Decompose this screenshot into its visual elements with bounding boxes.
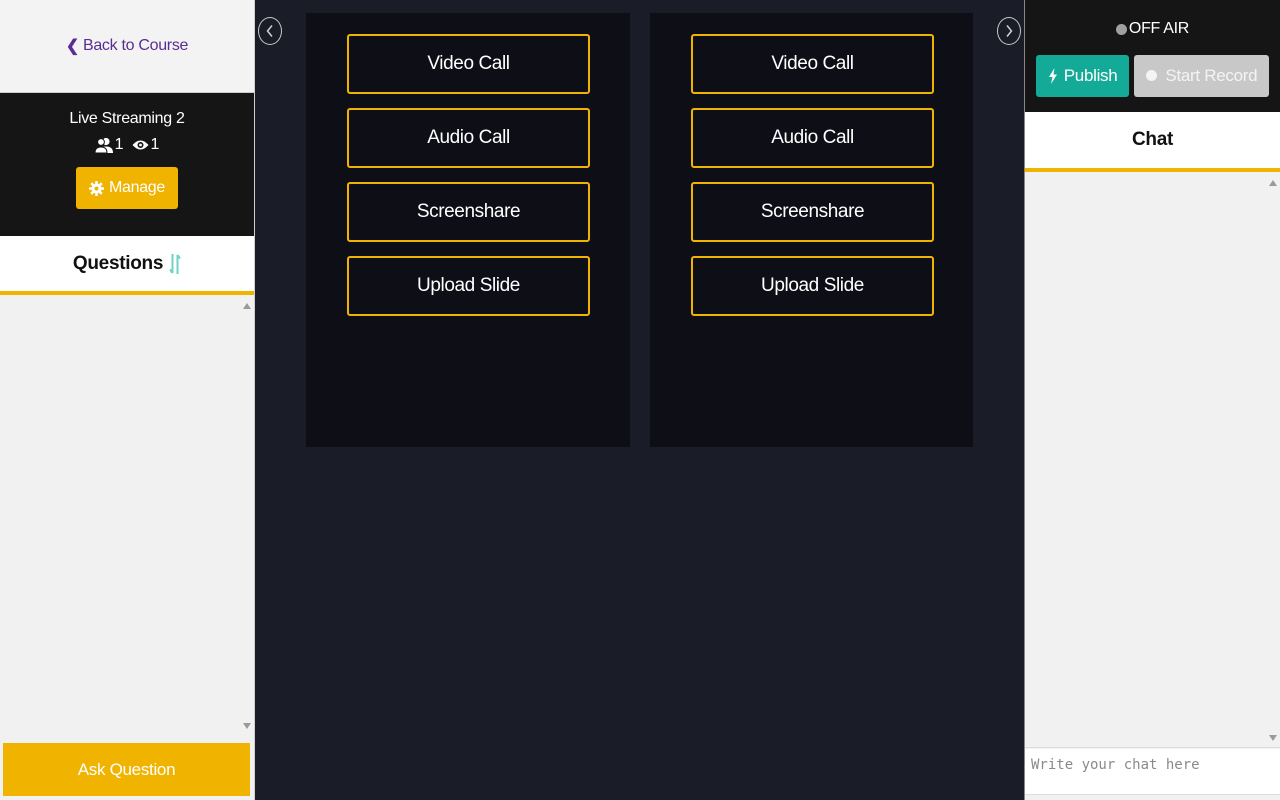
chevron-left-icon: ❮ (65, 38, 79, 55)
air-status-label: OFF AIR (1128, 20, 1190, 37)
manage-button[interactable]: Manage (75, 167, 179, 209)
session-title: Live Streaming 2 (69, 110, 185, 127)
next-button[interactable] (997, 17, 1021, 45)
chat-header: Chat (1025, 112, 1280, 172)
record-dot-icon (1146, 70, 1158, 81)
status-dot-icon (1115, 23, 1127, 35)
back-area: ❮ Back to Course (0, 0, 254, 93)
publish-button[interactable]: Publish (1035, 54, 1130, 97)
broadcast-buttons: Publish Start Record (1025, 54, 1280, 97)
viewers-stat: 1 (132, 136, 160, 154)
main-stage: Video Call Audio Call Screenshare Upload… (256, 0, 1024, 800)
chat-title: Chat (1131, 129, 1174, 150)
participants-count: 1 (114, 136, 124, 153)
stream-panel-1: Video Call Audio Call Screenshare Upload… (306, 13, 630, 447)
scroll-down-arrow[interactable] (1269, 735, 1277, 741)
chevron-left-icon (266, 25, 273, 37)
screenshare-button[interactable]: Screenshare (691, 182, 934, 242)
sort-icon[interactable] (169, 252, 181, 276)
questions-title: Questions (72, 252, 164, 274)
chat-input[interactable] (1025, 749, 1280, 795)
participants-stat: 1 (94, 136, 124, 154)
chat-messages[interactable] (1025, 172, 1280, 748)
broadcast-controls: OFF AIR Publish Start Record (1025, 0, 1280, 112)
chevron-right-icon (1006, 25, 1013, 37)
lightning-icon (1048, 67, 1057, 84)
video-call-button[interactable]: Video Call (347, 34, 590, 94)
back-to-course-label: Back to Course (82, 37, 189, 54)
scroll-down-arrow[interactable] (243, 723, 251, 729)
scroll-up-arrow[interactable] (1269, 180, 1277, 186)
start-record-button[interactable]: Start Record (1134, 54, 1270, 97)
viewers-count: 1 (150, 136, 160, 153)
screenshare-button[interactable]: Screenshare (347, 182, 590, 242)
session-stats: 1 1 (0, 136, 254, 154)
start-record-label: Start Record (1165, 65, 1258, 85)
session-info: Live Streaming 2 1 1 Manage (0, 93, 254, 236)
scroll-up-arrow[interactable] (243, 303, 251, 309)
ask-question-button[interactable]: Ask Question (3, 743, 250, 796)
upload-slide-button[interactable]: Upload Slide (691, 256, 934, 316)
upload-slide-button[interactable]: Upload Slide (347, 256, 590, 316)
back-to-course-link[interactable]: ❮ Back to Course (65, 36, 189, 56)
left-sidebar: ❮ Back to Course Live Streaming 2 1 1 Ma… (0, 0, 255, 800)
audio-call-button[interactable]: Audio Call (691, 108, 934, 168)
publish-label: Publish (1063, 65, 1118, 85)
manage-label: Manage (108, 179, 166, 196)
air-status: OFF AIR (1115, 20, 1190, 38)
audio-call-button[interactable]: Audio Call (347, 108, 590, 168)
users-icon (94, 137, 113, 153)
previous-button[interactable] (258, 17, 282, 45)
questions-header: Questions (0, 236, 254, 295)
right-panel: OFF AIR Publish Start Record Chat (1024, 0, 1280, 800)
gear-icon (88, 180, 104, 196)
eye-icon (132, 140, 148, 150)
stream-panel-2: Video Call Audio Call Screenshare Upload… (650, 13, 973, 447)
questions-list[interactable] (0, 295, 254, 735)
video-call-button[interactable]: Video Call (691, 34, 934, 94)
